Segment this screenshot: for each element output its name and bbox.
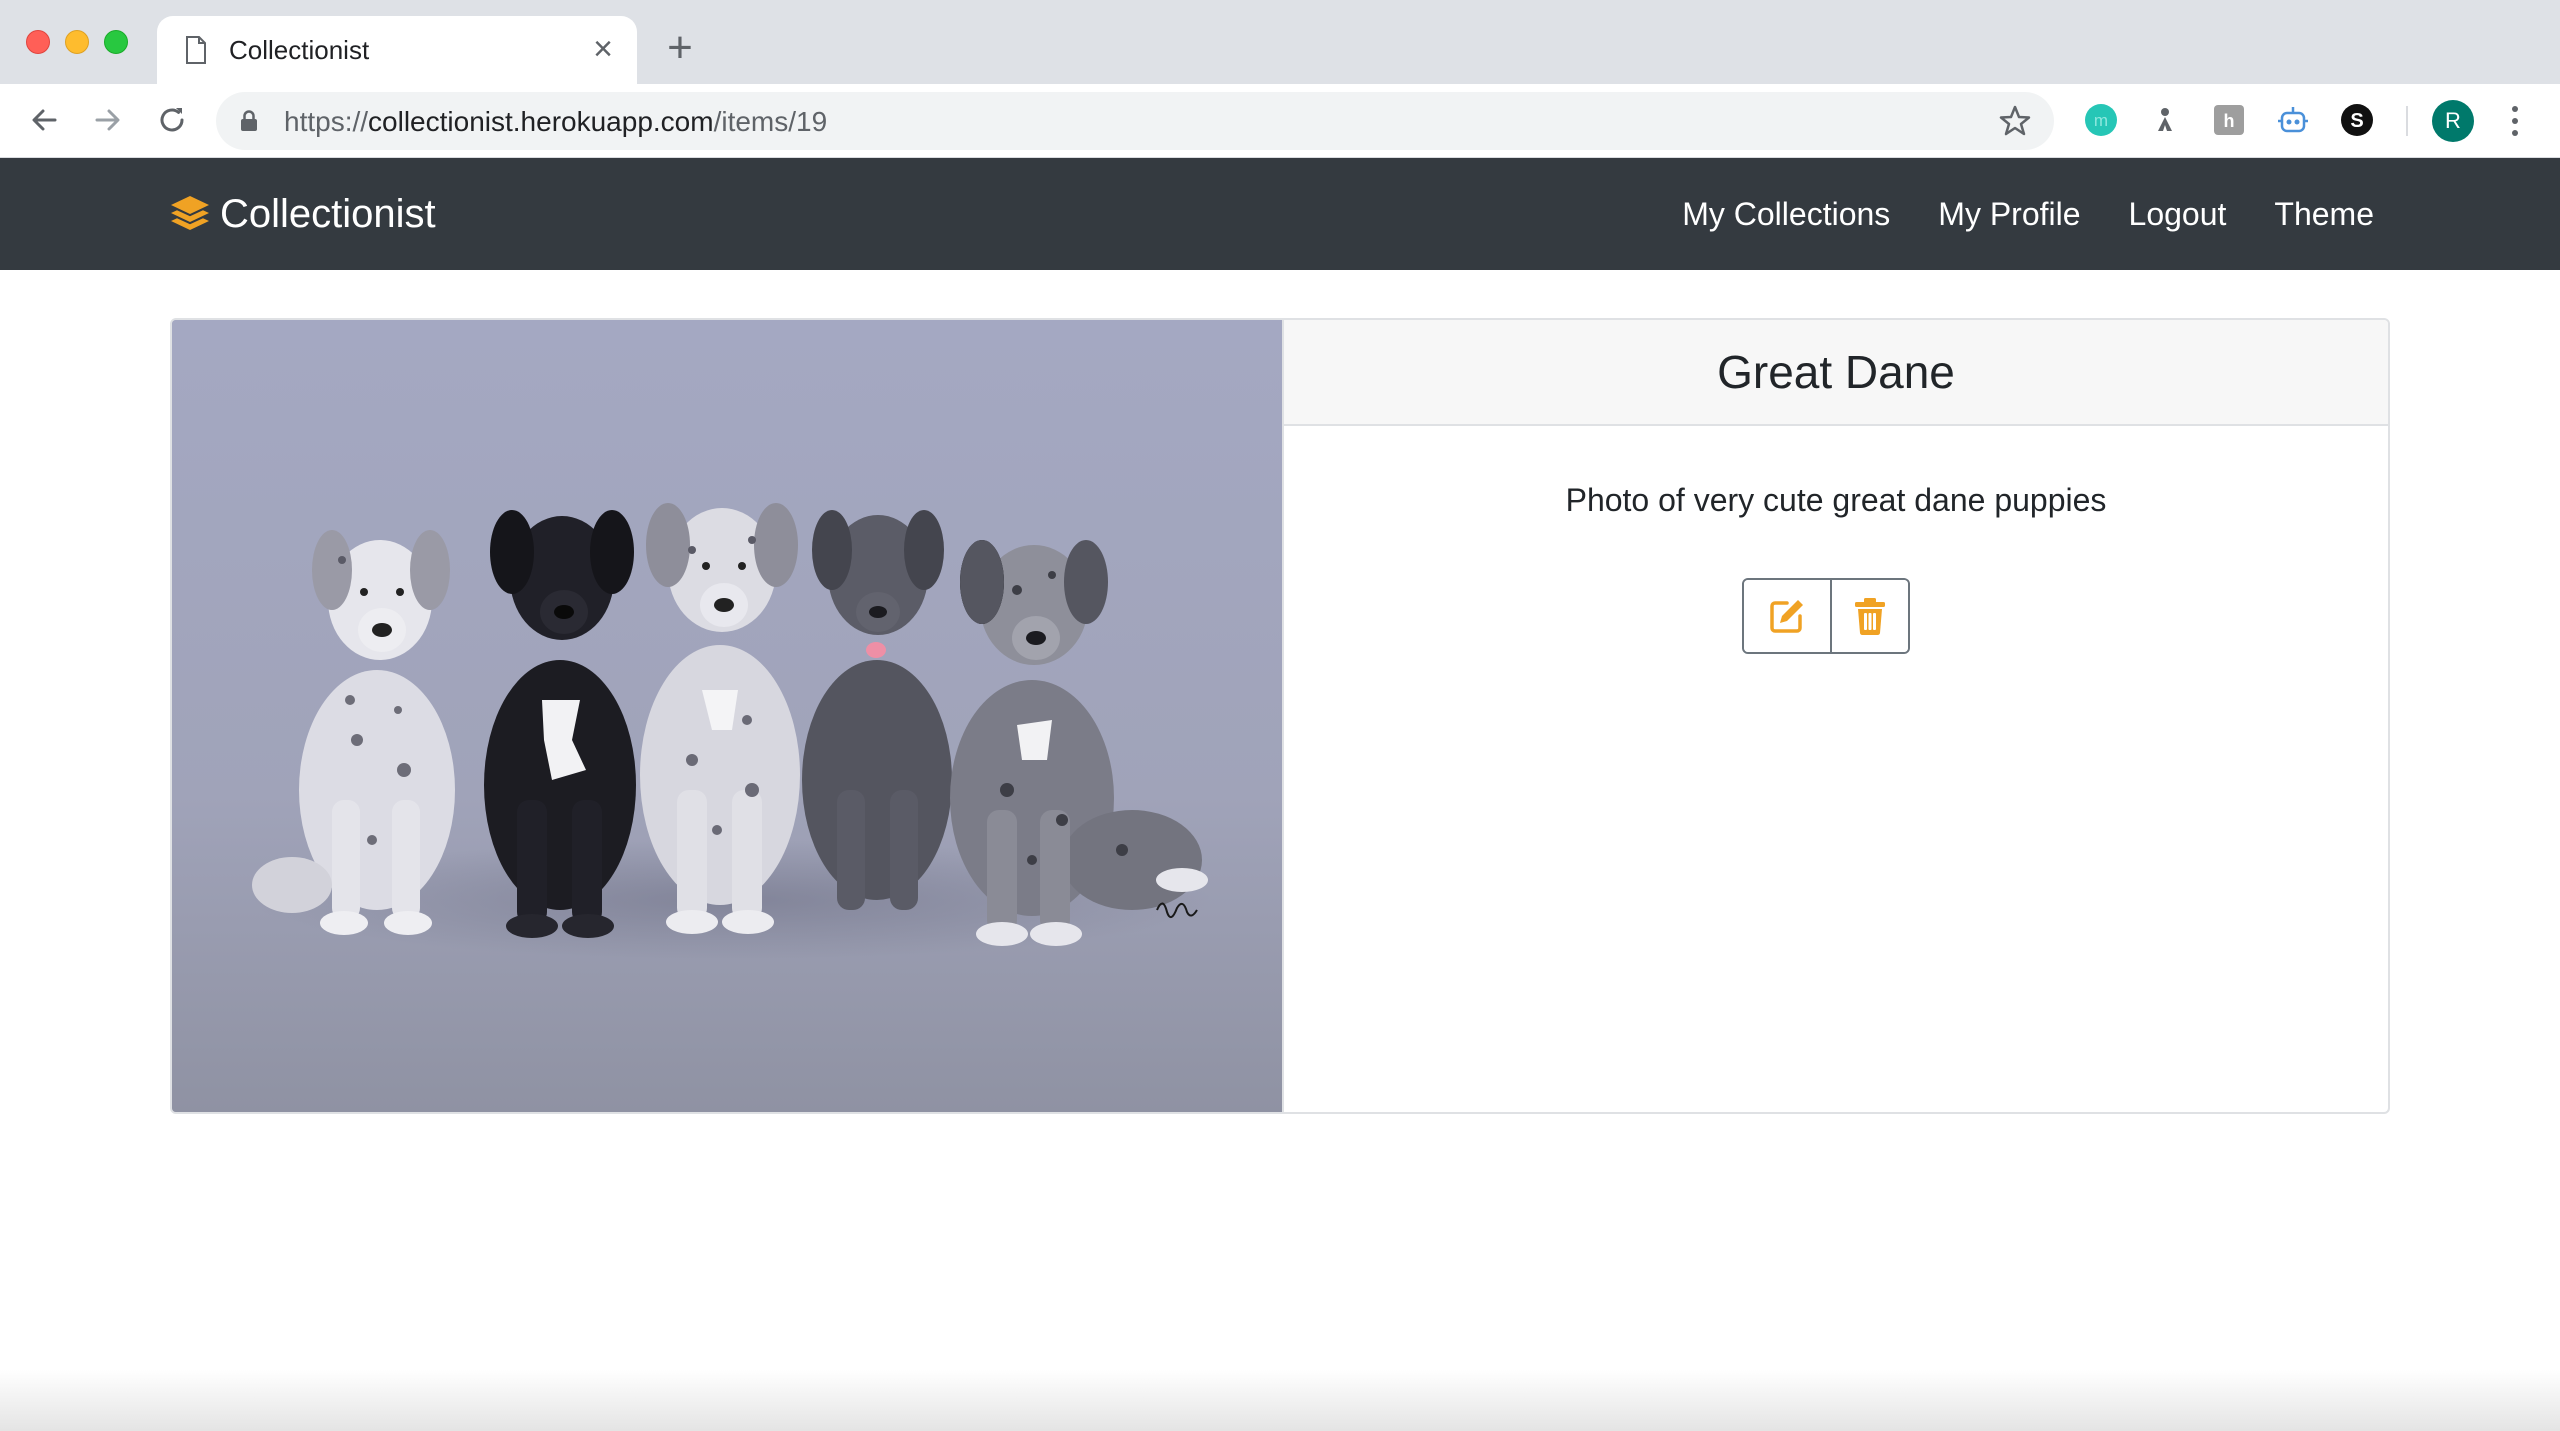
url-scheme: https:// <box>284 106 369 137</box>
extension-person-icon[interactable] <box>2147 102 2183 138</box>
forward-button[interactable] <box>88 100 128 140</box>
page-icon <box>186 36 206 64</box>
nav-links: My Collections My Profile Logout Theme <box>1682 194 2374 234</box>
address-bar[interactable]: https://collectionist.herokuapp.com/item… <box>216 92 2054 150</box>
back-button[interactable] <box>24 100 64 140</box>
url-host: collectionist.herokuapp.com <box>368 106 714 137</box>
item-title: Great Dane <box>1717 346 1955 398</box>
extension-s-icon[interactable]: S <box>2339 102 2375 138</box>
tab-close-icon[interactable]: × <box>587 32 619 66</box>
reload-icon <box>160 108 184 132</box>
browser-menu-icon[interactable] <box>2500 102 2530 140</box>
extension-h-icon[interactable]: h <box>2211 102 2247 138</box>
item-actions <box>1742 578 1910 654</box>
item-details: Great Dane Photo of very cute great dane… <box>1282 320 2388 1112</box>
svg-text:m: m <box>2094 111 2108 130</box>
app-navbar: Collectionist My Collections My Profile … <box>0 158 2560 270</box>
browser-toolbar: https://collectionist.herokuapp.com/item… <box>0 84 2560 158</box>
window-bottom-shadow <box>0 1370 2560 1431</box>
item-photo <box>172 320 1282 1112</box>
brand-link[interactable]: Collectionist <box>168 192 436 236</box>
profile-avatar[interactable]: R <box>2432 100 2474 142</box>
layers-icon <box>171 196 209 230</box>
svg-text:h: h <box>2224 111 2235 131</box>
back-arrow-icon <box>32 109 57 131</box>
puppies-photo-image <box>172 320 1282 1112</box>
close-window-button[interactable] <box>26 30 50 54</box>
edit-icon <box>1770 600 1803 633</box>
bookmark-star-icon[interactable] <box>1998 104 2032 138</box>
trash-icon <box>1855 598 1885 636</box>
item-description: Photo of very cute great dane puppies <box>1565 482 2107 518</box>
maximize-window-button[interactable] <box>104 30 128 54</box>
nav-link-my-collections[interactable]: My Collections <box>1682 194 1890 234</box>
url-path: /items/19 <box>713 106 828 137</box>
lock-icon <box>241 110 257 131</box>
url-text: https://collectionist.herokuapp.com/item… <box>284 107 827 137</box>
card-header: Great Dane <box>1284 320 2388 426</box>
tab-title: Collectionist <box>229 35 370 65</box>
brand-name: Collectionist <box>220 192 436 236</box>
new-tab-button[interactable]: + <box>660 26 700 70</box>
toolbar-separator <box>2406 106 2408 136</box>
nav-link-my-profile[interactable]: My Profile <box>1938 194 2080 234</box>
reload-button[interactable] <box>152 100 192 140</box>
nav-link-logout[interactable]: Logout <box>2129 194 2227 234</box>
browser-tab-bar: Collectionist × + <box>0 0 2560 84</box>
browser-tab[interactable]: Collectionist × <box>157 16 637 84</box>
minimize-window-button[interactable] <box>65 30 89 54</box>
extension-robot-icon[interactable] <box>2275 102 2311 138</box>
nav-link-theme[interactable]: Theme <box>2274 194 2374 234</box>
item-card: Great Dane Photo of very cute great dane… <box>170 318 2390 1114</box>
delete-button[interactable] <box>1830 580 1908 652</box>
extension-m-icon[interactable]: m <box>2083 102 2119 138</box>
svg-text:S: S <box>2350 110 2363 132</box>
forward-arrow-icon <box>95 109 120 131</box>
edit-button[interactable] <box>1744 580 1830 652</box>
